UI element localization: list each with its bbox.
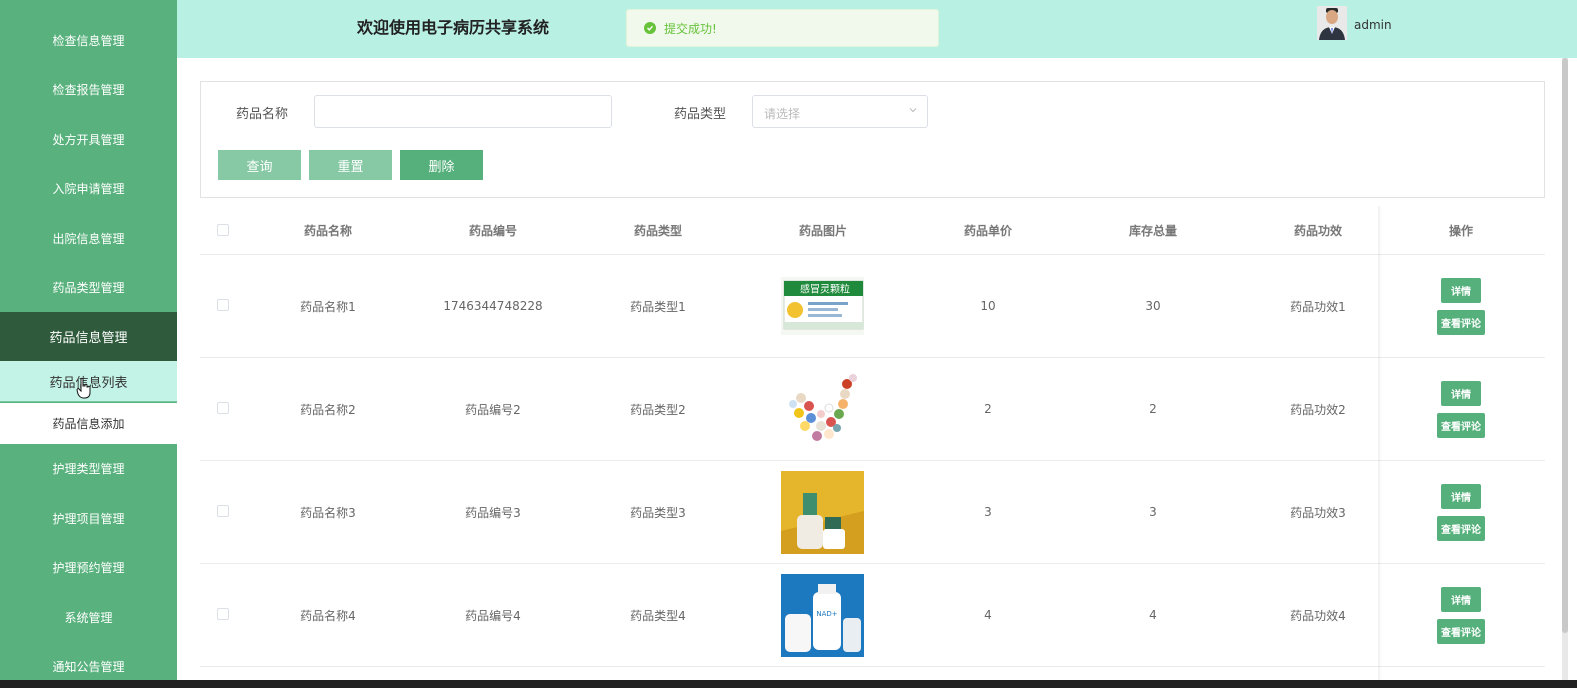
column-header: 药品单价 bbox=[963, 223, 1012, 238]
drug-name-label: 药品名称 bbox=[236, 107, 289, 122]
cell-price: 10 bbox=[980, 299, 996, 313]
table-row: 药品名称4 药品编号4 药品类型4 NAD+ 4 4 药品功效4 详情 查看评论 bbox=[200, 564, 1545, 667]
cell-type: 药品类型4 bbox=[630, 608, 686, 623]
view-reviews-button[interactable]: 查看评论 bbox=[1437, 413, 1485, 438]
delete-button[interactable]: 删除 bbox=[400, 150, 483, 180]
cell-code: 1746344748228 bbox=[443, 299, 543, 313]
success-toast: 提交成功! bbox=[626, 9, 939, 47]
drug-image-label: NAD+ bbox=[816, 610, 837, 618]
drug-image[interactable] bbox=[781, 368, 864, 451]
cell-name: 药品名称4 bbox=[300, 608, 356, 623]
toast-message: 提交成功! bbox=[664, 21, 717, 36]
nav-item-nursing-appointment[interactable]: 护理预约管理 bbox=[0, 543, 177, 592]
vertical-scrollbar[interactable] bbox=[1562, 58, 1568, 683]
column-header: 库存总量 bbox=[1128, 223, 1177, 238]
page-title: 欢迎使用电子病历共享系统 bbox=[357, 18, 550, 37]
nav-item-discharge[interactable]: 出院信息管理 bbox=[0, 214, 177, 263]
view-reviews-button[interactable]: 查看评论 bbox=[1437, 310, 1485, 335]
column-header: 药品类型 bbox=[633, 223, 682, 238]
cell-type: 药品类型2 bbox=[630, 402, 686, 417]
drug-image[interactable]: 感冒灵颗粒 bbox=[781, 277, 864, 335]
nav-item-admission[interactable]: 入院申请管理 bbox=[0, 164, 177, 213]
select-all-checkbox[interactable] bbox=[217, 224, 229, 236]
query-button[interactable]: 查询 bbox=[218, 150, 301, 180]
view-reviews-button[interactable]: 查看评论 bbox=[1437, 619, 1485, 644]
nav-item-drug-type[interactable]: 药品类型管理 bbox=[0, 263, 177, 312]
detail-button[interactable]: 详情 bbox=[1441, 484, 1481, 509]
success-check-icon bbox=[644, 22, 656, 34]
cell-stock: 30 bbox=[1145, 299, 1161, 313]
cell-type: 药品类型1 bbox=[630, 299, 686, 314]
mouse-pointer-icon bbox=[76, 377, 91, 399]
column-header: 操作 bbox=[1448, 223, 1473, 238]
cell-code: 药品编号3 bbox=[465, 505, 521, 520]
drug-image[interactable] bbox=[781, 471, 864, 554]
search-panel: 药品名称 药品类型 请选择 查询 重置 删除 bbox=[200, 81, 1545, 198]
fixed-column-shadow bbox=[1378, 206, 1382, 680]
nav-item-system[interactable]: 系统管理 bbox=[0, 593, 177, 642]
drug-name-input[interactable] bbox=[314, 95, 612, 128]
nav-item-exam-report[interactable]: 检查报告管理 bbox=[0, 65, 177, 114]
bottom-bar bbox=[0, 680, 1577, 688]
nav-item-prescription[interactable]: 处方开具管理 bbox=[0, 115, 177, 164]
cell-effect: 药品功效3 bbox=[1290, 505, 1346, 520]
cell-stock: 4 bbox=[1149, 608, 1157, 622]
row-checkbox[interactable] bbox=[217, 608, 229, 620]
row-checkbox[interactable] bbox=[217, 402, 229, 414]
select-placeholder: 请选择 bbox=[764, 107, 801, 121]
column-header: 药品功效 bbox=[1293, 223, 1342, 238]
cell-effect: 药品功效1 bbox=[1290, 299, 1346, 314]
drug-image-label: 感冒灵颗粒 bbox=[800, 283, 850, 296]
row-checkbox[interactable] bbox=[217, 299, 229, 311]
table-row: 药品名称2 药品编号2 药品类型2 2 2 药品功效2 详情 查看评论 bbox=[200, 358, 1545, 461]
sub-item-drug-add[interactable]: 药品信息添加 bbox=[0, 403, 177, 444]
drug-type-label: 药品类型 bbox=[674, 107, 727, 122]
column-header: 药品名称 bbox=[303, 223, 352, 238]
cell-name: 药品名称1 bbox=[300, 299, 356, 314]
detail-button[interactable]: 详情 bbox=[1441, 381, 1481, 406]
avatar[interactable] bbox=[1317, 6, 1347, 40]
column-header: 药品图片 bbox=[798, 223, 847, 238]
cell-effect: 药品功效4 bbox=[1290, 608, 1346, 623]
cell-price: 4 bbox=[984, 608, 992, 622]
scrollbar-thumb[interactable] bbox=[1562, 58, 1568, 633]
cell-name: 药品名称2 bbox=[300, 402, 356, 417]
nav-item-drug-info[interactable]: 药品信息管理 bbox=[0, 312, 177, 361]
cell-stock: 2 bbox=[1149, 402, 1157, 416]
chevron-down-icon bbox=[909, 108, 917, 113]
top-header: 欢迎使用电子病历共享系统 提交成功! admin bbox=[177, 0, 1577, 58]
sidebar: 检查信息管理 检查报告管理 处方开具管理 入院申请管理 出院信息管理 药品类型管… bbox=[0, 0, 177, 688]
reset-button[interactable]: 重置 bbox=[309, 150, 392, 180]
column-header: 药品编号 bbox=[468, 223, 517, 238]
drug-table: 药品名称 药品编号 药品类型 药品图片 药品单价 库存总量 药品功效 操作 药品… bbox=[200, 206, 1545, 680]
view-reviews-button[interactable]: 查看评论 bbox=[1437, 516, 1485, 541]
table-row: 药品名称3 药品编号3 药品类型3 3 3 药品功效3 详情 查看评论 bbox=[200, 461, 1545, 564]
cell-price: 3 bbox=[984, 505, 992, 519]
username[interactable]: admin bbox=[1354, 18, 1392, 32]
cell-effect: 药品功效2 bbox=[1290, 402, 1346, 417]
cell-stock: 3 bbox=[1149, 505, 1157, 519]
detail-button[interactable]: 详情 bbox=[1441, 278, 1481, 303]
drug-image[interactable]: NAD+ bbox=[781, 574, 864, 657]
cell-name: 药品名称3 bbox=[300, 505, 356, 520]
cell-code: 药品编号4 bbox=[465, 608, 521, 623]
table-row: 药品名称1 1746344748228 药品类型1 感冒灵颗粒 10 30 药品… bbox=[200, 255, 1545, 358]
nav-item-nursing-type[interactable]: 护理类型管理 bbox=[0, 444, 177, 493]
cell-price: 2 bbox=[984, 402, 992, 416]
detail-button[interactable]: 详情 bbox=[1441, 587, 1481, 612]
nav-item-nursing-project[interactable]: 护理项目管理 bbox=[0, 494, 177, 543]
row-checkbox[interactable] bbox=[217, 505, 229, 517]
nav-item-exam-info[interactable]: 检查信息管理 bbox=[0, 16, 177, 65]
cell-type: 药品类型3 bbox=[630, 505, 686, 520]
drug-type-select[interactable]: 请选择 bbox=[752, 95, 928, 128]
cell-code: 药品编号2 bbox=[465, 402, 521, 417]
